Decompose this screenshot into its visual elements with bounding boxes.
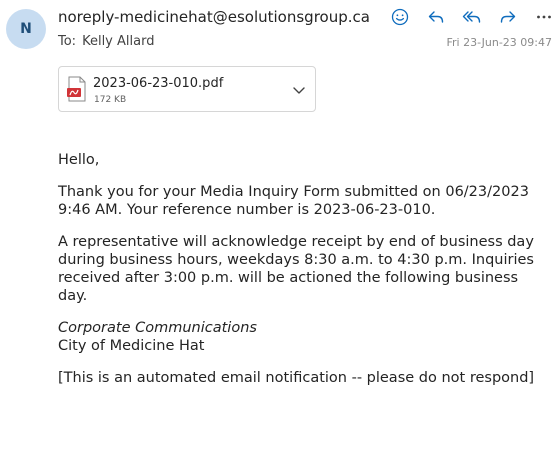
chevron-down-icon[interactable] [291,82,307,98]
reply-all-icon [462,11,481,23]
message-body: Hello, Thank you for your Media Inquiry … [58,151,546,401]
automated-notice: [This is an automated email notification… [58,370,535,386]
attachment-filename: 2023-06-23-010.pdf [93,76,224,91]
forward-icon [500,11,516,23]
recipient-row: To: Kelly Allard [58,34,154,49]
sender-address[interactable]: noreply-medicinehat@esolutionsgroup.ca [58,8,370,26]
signature-name: Corporate Communications [58,320,257,336]
attachment-card[interactable]: 2023-06-23-010.pdf 172 KB [58,66,316,112]
body-paragraph: A representative will acknowledge receip… [58,234,534,304]
recipient-name[interactable]: Kelly Allard [82,34,154,49]
reply-button[interactable] [424,6,448,28]
message-actions [388,6,560,28]
more-actions-button[interactable] [532,6,556,28]
forward-button[interactable] [496,6,520,28]
signature-organization: City of Medicine Hat [58,338,205,354]
body-paragraph: Thank you for your Media Inquiry Form su… [58,184,529,218]
sender-avatar[interactable]: N [6,9,46,49]
more-icon [537,15,551,19]
to-label: To: [58,34,77,49]
reply-icon [428,11,444,23]
reply-all-button[interactable] [460,6,484,28]
emoji-react-button[interactable] [388,6,412,28]
pdf-file-icon [67,76,86,102]
greeting: Hello, [58,152,100,168]
message-date: Fri 23-Jun-23 09:47 [446,36,552,49]
emoji-icon [391,8,409,26]
attachment-filesize: 172 KB [94,95,127,105]
signature: Corporate Communications City of Medicin… [58,319,546,355]
